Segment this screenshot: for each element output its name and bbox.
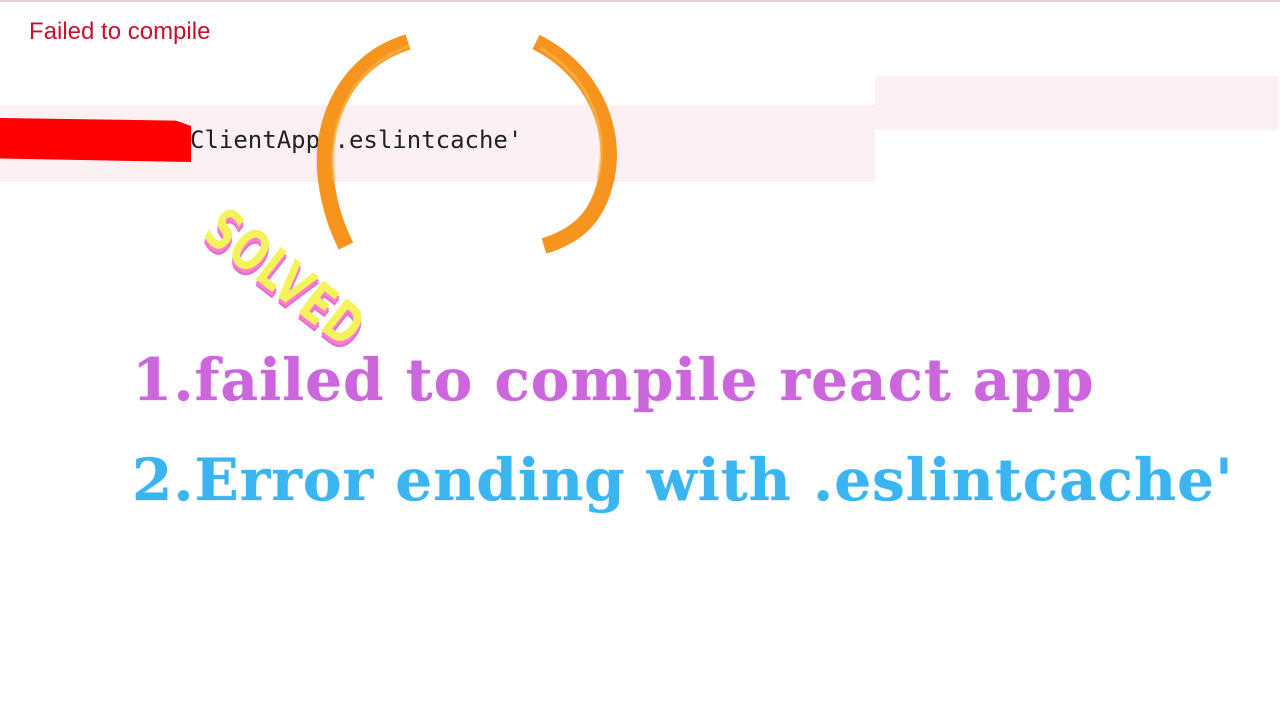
headline-2: 2.Error ending with .eslintcache': [132, 446, 1234, 514]
left-bracket-texture: [331, 44, 411, 181]
error-message-box-right: [875, 76, 1278, 130]
error-title: Failed to compile: [29, 18, 211, 45]
highlight-brackets: [316, 34, 617, 254]
top-border: [0, 0, 1280, 2]
redaction-mark: [0, 118, 191, 162]
thumbnail-canvas: Failed to compile ClientApp\.eslintcache…: [0, 0, 1280, 720]
headline-1: 1.failed to compile react app: [132, 346, 1095, 414]
